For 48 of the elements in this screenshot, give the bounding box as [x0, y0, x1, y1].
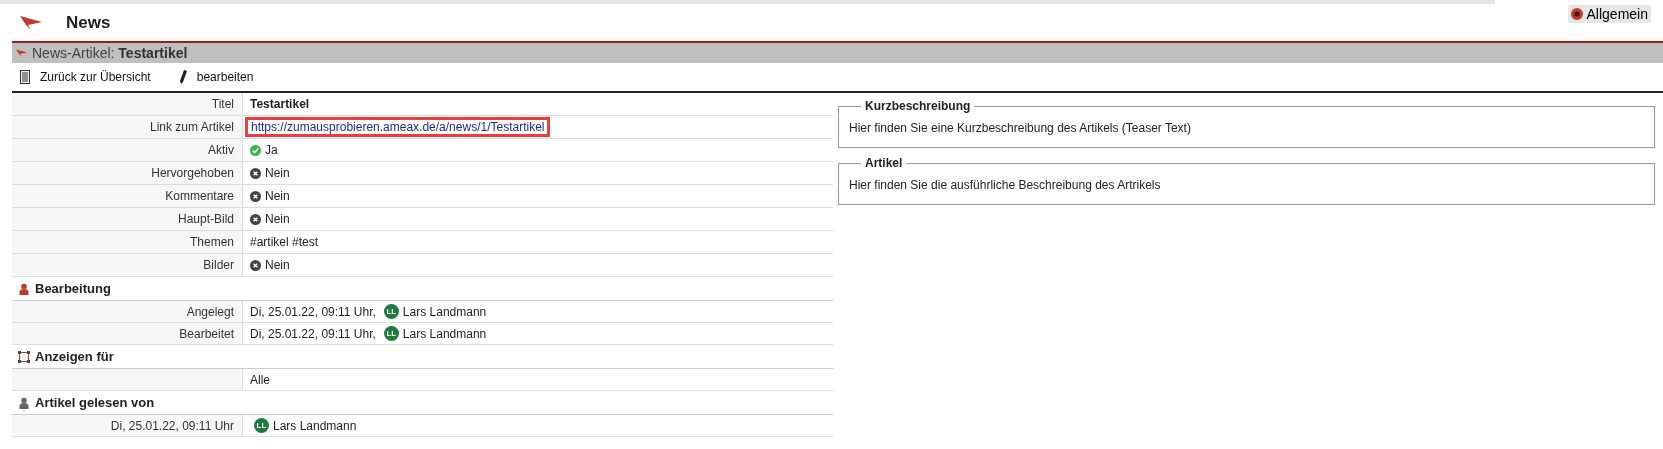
document-icon: [20, 70, 30, 84]
pencil-icon: [178, 70, 187, 84]
field-label: Link zum Artikel: [149, 120, 234, 134]
field-value: Nein: [265, 166, 290, 180]
field-label: Titel: [211, 97, 234, 111]
page-title: News: [66, 12, 111, 33]
row-value: Di, 25.01.22, 09:11 Uhr,: [250, 326, 376, 341]
edit-button[interactable]: bearbeiten: [178, 70, 254, 84]
field-label: Haupt-Bild: [177, 212, 234, 226]
context-button[interactable]: Allgemein: [1567, 4, 1651, 23]
row-label: Di, 25.01.22, 09:11 Uhr: [110, 418, 234, 433]
field-value: Nein: [265, 212, 290, 226]
field-value: Ja: [265, 143, 278, 157]
user-name[interactable]: Lars Landmann: [402, 326, 487, 341]
row-value: Alle: [250, 372, 270, 387]
panel-title: News-Artikel: Testartikel: [32, 45, 188, 61]
person-icon: [18, 396, 30, 409]
row-label: Bearbeitet: [179, 326, 234, 341]
row-value: Di, 25.01.22, 09:11 Uhr,: [250, 304, 376, 319]
article-link[interactable]: https://zumausprobieren.ameax.de/a/news/1/Testartikel: [245, 117, 551, 137]
section-title: Bearbeitung: [35, 281, 111, 296]
row-label: Angelegt: [186, 304, 234, 319]
frame-icon: [18, 350, 30, 363]
field-label: Aktiv: [208, 143, 234, 157]
back-button[interactable]: Zurück zur Übersicht: [20, 70, 151, 84]
box-legend: Artikel: [861, 156, 907, 170]
paper-plane-icon: [20, 15, 42, 30]
field-value: Nein: [265, 189, 290, 203]
box-text: Hier finden Sie die ausführliche Beschreibung des Artrikels: [849, 178, 1161, 192]
user-avatar: LL: [383, 304, 399, 319]
section-title: Artikel gelesen von: [35, 395, 155, 410]
box-legend: Kurzbeschreibung: [861, 99, 975, 113]
person-icon: [18, 282, 30, 295]
field-value: Nein: [265, 258, 290, 272]
field-value: #artikel #test: [250, 235, 319, 249]
user-avatar: LL: [254, 418, 269, 433]
user-avatar: LL: [383, 326, 399, 341]
section-title: Anzeigen für: [35, 349, 114, 364]
user-name[interactable]: Lars Landmann: [402, 304, 487, 319]
field-value: Testartikel: [250, 97, 310, 111]
box-text: Hier finden Sie eine Kurzbeschreibung des Artikels (Teaser Text): [849, 121, 1191, 135]
field-label: Kommentare: [165, 189, 234, 203]
user-name[interactable]: Lars Landmann: [273, 418, 357, 433]
field-label: Bilder: [203, 258, 234, 272]
field-label: Themen: [189, 235, 234, 249]
paper-plane-icon: [16, 49, 27, 57]
record-icon: [1570, 7, 1583, 20]
field-label: Hervorgehoben: [151, 166, 234, 180]
